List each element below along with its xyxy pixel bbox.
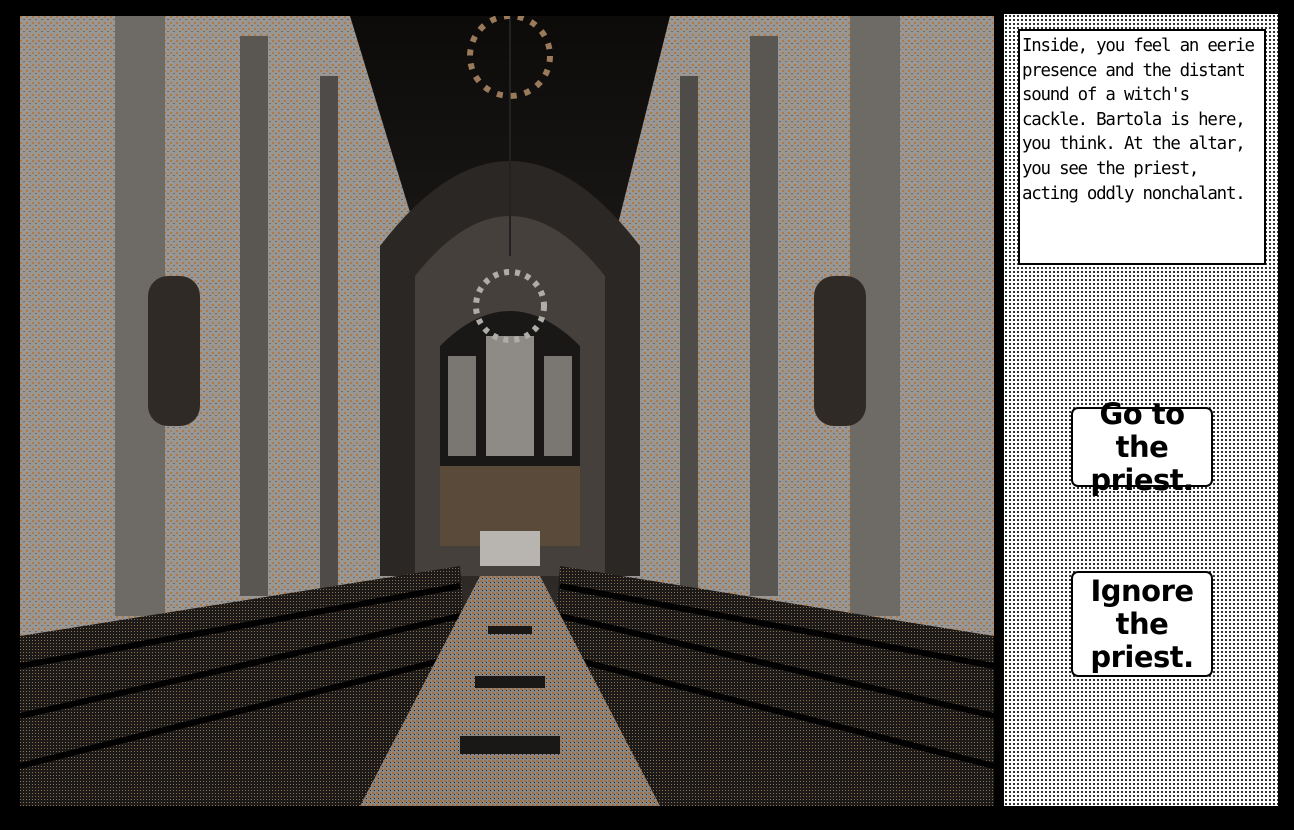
scene-illustration xyxy=(20,16,994,806)
church-interior-scene xyxy=(20,16,994,806)
ignore-priest-button[interactable]: Ignore the priest. xyxy=(1071,571,1213,677)
choice-panel: Inside, you feel an eerie presence and t… xyxy=(1004,14,1278,806)
altar xyxy=(480,531,540,566)
go-to-priest-button[interactable]: Go to the priest. xyxy=(1071,397,1213,496)
game-screen: Inside, you feel an eerie presence and t… xyxy=(0,0,1294,830)
narration-text: Inside, you feel an eerie presence and t… xyxy=(1018,29,1266,265)
